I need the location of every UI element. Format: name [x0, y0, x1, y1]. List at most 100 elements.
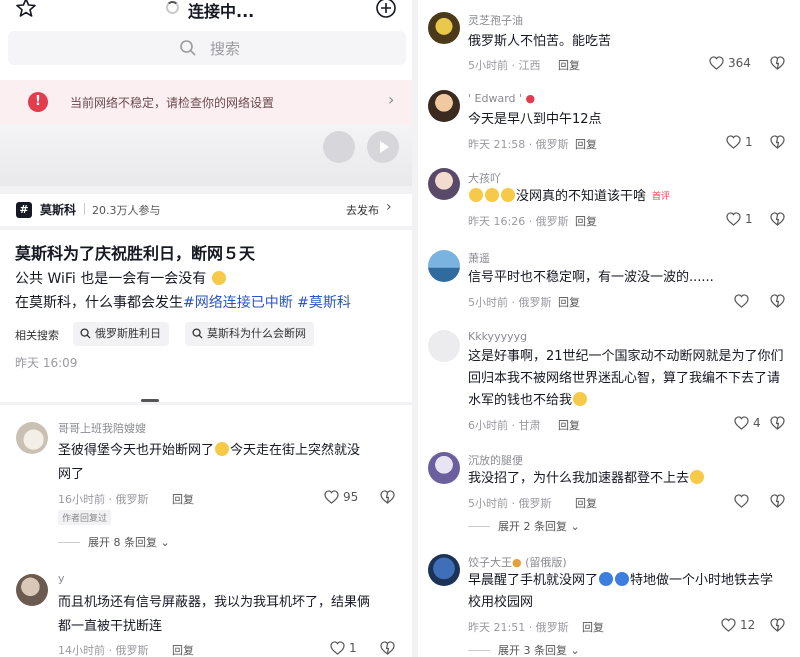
comment-meta: 5小时前 · 江西 [468, 59, 541, 72]
like-button[interactable]: 1 [330, 641, 357, 655]
dislike-icon[interactable] [770, 135, 785, 149]
comment-username[interactable]: 哥哥上班我陪嫂嫂 [58, 420, 146, 436]
username-text: 饺子大王 [468, 556, 512, 569]
video-area[interactable] [0, 124, 412, 186]
topic-bar[interactable]: # 莫斯科 20.3万人参与 去发布 › [0, 196, 412, 222]
username-text: ' Edward ' [468, 92, 523, 105]
post-text: 公共 WiFi 也是一会有一会没有 [15, 271, 207, 287]
comment-item: 灵芝孢子油 俄罗斯人不怕苦。能吃苦 5小时前 · 江西 回复 364 [418, 0, 800, 80]
comment-text: 信号平时也不稳定啊，有一波没一波的...... [468, 270, 714, 285]
comment-username[interactable]: 灵芝孢子油 [468, 12, 523, 28]
network-warning-banner[interactable]: ! 当前网络不稳定，请检查你的网络设置 › [0, 80, 412, 124]
connection-status: 连接中... [188, 2, 255, 21]
comment-meta: 5小时前 · 俄罗斯 [468, 296, 552, 309]
comment-meta: 昨天 21:58 · 俄罗斯 [468, 138, 569, 151]
like-button[interactable]: 95 [324, 490, 358, 504]
topic-participants: 20.3万人参与 [92, 204, 161, 217]
dislike-icon[interactable] [770, 212, 785, 226]
like-count: 12 [740, 618, 756, 632]
like-count: 364 [728, 56, 751, 70]
avatar[interactable] [428, 12, 460, 44]
search-input[interactable]: 搜索 [8, 31, 406, 65]
avatar[interactable] [428, 330, 460, 362]
comment-item: y 而且机场还有信号屏蔽器，我以为我耳机坏了，结果俩 都一直被干扰断连 14小时… [0, 566, 412, 657]
reply-button[interactable]: 回复 [582, 619, 604, 635]
expand-label: 展开 8 条回复 [88, 536, 157, 549]
avatar[interactable] [428, 452, 460, 484]
related-search-chip[interactable]: 莫斯科为什么会断网 [185, 322, 314, 346]
reply-button[interactable]: 回复 [558, 294, 580, 310]
dislike-icon[interactable] [770, 618, 785, 632]
comment-meta: 5小时前 · 俄罗斯 [468, 497, 552, 510]
hashtag-link[interactable]: #网络连接已中断 #莫斯科 [183, 295, 351, 311]
comment-item: ' Edward ' ● 今天是早八到中午12点 昨天 21:58 · 俄罗斯 … [418, 80, 800, 158]
chevron-right-icon: › [386, 199, 392, 215]
heart-icon[interactable] [734, 294, 749, 308]
avatar[interactable] [428, 250, 460, 282]
dislike-icon[interactable] [770, 56, 785, 70]
expand-replies-button[interactable]: 展开 8 条回复 ⌄ [58, 534, 170, 550]
comment-username[interactable]: ' Edward ' ● [468, 92, 535, 105]
dislike-icon[interactable] [380, 490, 395, 504]
comment-meta: 14小时前 · 俄罗斯 [58, 644, 149, 657]
heart-icon [324, 490, 339, 504]
reply-button[interactable]: 回复 [558, 417, 580, 433]
reply-button[interactable]: 回复 [575, 213, 597, 229]
author-replied-badge: 作者回复过 [58, 510, 112, 525]
like-button[interactable]: 364 [709, 56, 751, 70]
comment-username[interactable]: Kkkyyyyyg [468, 330, 527, 343]
add-icon[interactable] [375, 0, 397, 19]
reply-button[interactable]: 回复 [172, 491, 194, 507]
avatar[interactable] [16, 574, 48, 606]
expand-replies-button[interactable]: 展开 3 条回复 ⌄ [468, 642, 580, 657]
comment-username[interactable]: y [58, 572, 65, 585]
like-count: 1 [745, 135, 753, 149]
expand-label: 展开 3 条回复 [498, 644, 567, 657]
like-button[interactable]: 1 [726, 212, 753, 226]
username-suffix: (留俄版) [525, 556, 567, 569]
like-button[interactable]: 1 [726, 135, 753, 149]
comment-username[interactable]: 萧遥 [468, 250, 490, 266]
comment-username[interactable]: 大孩吖 [468, 170, 501, 186]
related-search-chip[interactable]: 俄罗斯胜利日 [73, 322, 169, 346]
comment-item: 沉放的腿便 我没招了，为什么我加速器都登不上去 5小时前 · 俄罗斯 回复 展开… [418, 444, 800, 544]
avatar[interactable] [16, 422, 48, 454]
comment-text: 网了 [58, 467, 85, 482]
reply-button[interactable]: 回复 [558, 57, 580, 73]
dislike-icon[interactable] [770, 494, 785, 508]
comment-username[interactable]: 沉放的腿便 [468, 452, 523, 468]
dislike-icon[interactable] [770, 416, 785, 430]
reply-button[interactable]: 回复 [172, 642, 194, 657]
reply-button[interactable]: 回复 [575, 136, 597, 152]
comment-item: 饺子大王● (留俄版) 早晨醒了手机就没网了 特地做一个小时地铁去学 校用校园网 … [418, 546, 800, 657]
reply-button[interactable]: 回复 [575, 495, 597, 511]
avatar[interactable] [428, 168, 460, 200]
avatar[interactable] [428, 554, 460, 586]
dislike-icon[interactable] [380, 641, 395, 655]
comment-text: 而且机场还有信号屏蔽器，我以为我耳机坏了，结果俩 [58, 595, 371, 610]
heart-icon[interactable] [734, 494, 749, 508]
comment-text-part: 圣彼得堡今天也开始断网了 [58, 443, 215, 458]
play-icon[interactable] [367, 131, 399, 163]
comment-username[interactable]: 饺子大王● (留俄版) [468, 554, 567, 570]
comment-text-part: 早晨醒了手机就没网了 [468, 573, 599, 588]
like-button[interactable]: 12 [721, 618, 755, 632]
dislike-icon[interactable] [770, 294, 785, 308]
star-icon[interactable] [14, 0, 38, 20]
expand-replies-button[interactable]: 展开 2 条回复 ⌄ [468, 518, 580, 534]
search-placeholder: 搜索 [210, 40, 241, 58]
post-time: 昨天 16:09 [15, 356, 78, 370]
network-warning-text: 当前网络不稳定，请检查你的网络设置 [70, 96, 275, 110]
post-link[interactable]: 去发布 [346, 202, 379, 218]
comment-text-part: 今天走在街上突然就没 [230, 443, 361, 458]
comment-item: 萧遥 信号平时也不稳定啊，有一波没一波的...... 5小时前 · 俄罗斯 回复 [418, 238, 800, 320]
avatar[interactable] [428, 90, 460, 122]
scan-icon[interactable] [323, 131, 355, 163]
comment-meta: 昨天 21:51 · 俄罗斯 [468, 621, 569, 634]
heart-icon [726, 212, 741, 226]
comment-meta: 16小时前 · 俄罗斯 [58, 493, 149, 506]
like-button[interactable]: 4 [734, 416, 761, 430]
comment-text: 俄罗斯人不怕苦。能吃苦 [468, 34, 612, 49]
like-count: 4 [753, 416, 761, 430]
comment-text: 没网真的不知道该干啥 首评 [468, 186, 670, 208]
